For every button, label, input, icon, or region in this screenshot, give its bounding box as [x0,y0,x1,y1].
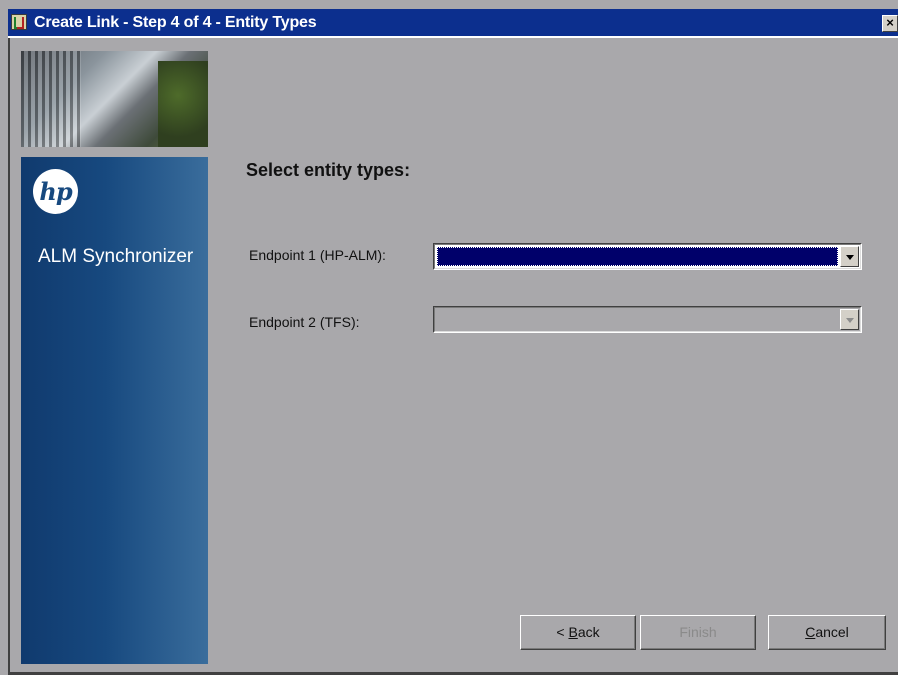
window-title: Create Link - Step 4 of 4 - Entity Types [34,14,317,31]
cancel-button[interactable]: Cancel [768,615,886,650]
endpoint1-selected-value [437,247,838,266]
endpoint1-dropdown-button[interactable] [840,246,859,267]
back-button-rest: ack [577,624,600,640]
product-name: ALM Synchronizer [38,246,194,267]
page-heading: Select entity types: [246,160,411,180]
finish-button[interactable]: Finish [640,615,756,650]
endpoint1-entity-type-dropdown[interactable] [433,243,862,270]
back-button[interactable]: < Back [520,615,636,650]
app-icon [11,14,27,30]
endpoint1-label: Endpoint 1 (HP-ALM): [249,247,386,263]
sidebar-panel: hp ALM Synchronizer [21,157,208,664]
back-button-mnemonic: B [568,624,578,640]
endpoint2-dropdown-button[interactable] [840,309,859,330]
close-button[interactable]: × [882,15,898,32]
cancel-button-rest: ancel [815,624,849,640]
title-bar[interactable]: Create Link - Step 4 of 4 - Entity Types… [8,9,898,38]
endpoint2-entity-type-dropdown[interactable] [433,306,862,333]
banner-photo [21,51,208,147]
endpoint2-label: Endpoint 2 (TFS): [249,314,360,330]
dialog-window: Create Link - Step 4 of 4 - Entity Types… [0,0,898,675]
window-border-left [8,38,10,675]
back-button-prefix: < [556,624,569,640]
hp-logo-icon: hp [33,169,78,214]
cancel-button-mnemonic: C [805,624,816,640]
chevron-down-icon [845,317,854,323]
chevron-down-icon [845,254,854,260]
